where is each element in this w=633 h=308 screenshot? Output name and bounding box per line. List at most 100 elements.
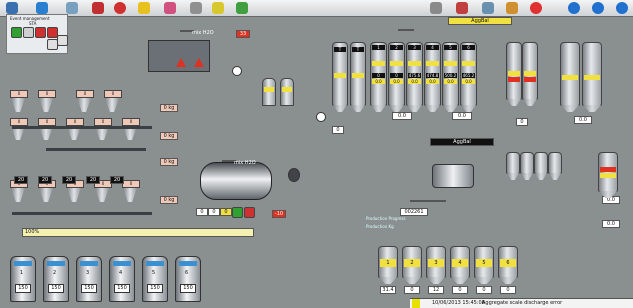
hopper[interactable] — [123, 188, 137, 202]
bin-silo-5[interactable]: 5 — [474, 246, 494, 284]
water-tank-2 — [280, 78, 294, 106]
filter-icon[interactable] — [36, 2, 48, 14]
mid-silo-4[interactable] — [548, 152, 562, 180]
top-silo-num: 6 — [462, 45, 475, 50]
top-silo-a[interactable]: T — [350, 42, 366, 112]
mid-silo-2[interactable] — [520, 152, 534, 180]
warning-icon — [176, 58, 186, 67]
tank-cap — [14, 261, 32, 266]
top-silo-v2: 0.0 — [462, 79, 475, 84]
mid-readout: 20 — [110, 176, 124, 184]
mixer-start-button[interactable] — [232, 207, 243, 218]
right-silo-2[interactable] — [522, 42, 538, 106]
right-silo-3[interactable] — [560, 42, 580, 112]
bin-silo-2[interactable]: 2 — [402, 246, 422, 284]
home-icon[interactable] — [6, 2, 18, 14]
top-silo-level — [408, 61, 421, 66]
mid-value: 0 — [332, 126, 344, 134]
storage-tank-6[interactable]: 6 150 — [175, 256, 201, 302]
truck-icon[interactable] — [190, 2, 202, 14]
hopper[interactable] — [67, 188, 81, 202]
print-icon[interactable] — [482, 2, 494, 14]
folder-icon[interactable] — [212, 2, 224, 14]
right-silo-1[interactable] — [506, 42, 522, 106]
alert-icon[interactable] — [138, 2, 150, 14]
tools-icon[interactable] — [506, 2, 518, 14]
top-silo-1[interactable]: 1 0 0.0 — [370, 42, 387, 112]
top-silo-v1: 0 — [372, 73, 385, 78]
top-silo-2[interactable]: 2 0 0.0 — [388, 42, 405, 112]
top-silo-4[interactable]: 4 474.8 0.0 — [424, 42, 441, 112]
bin-silo-3[interactable]: 3 — [426, 246, 446, 284]
top-silo-v2: 0.0 — [408, 79, 421, 84]
gauge-icon-2[interactable] — [316, 112, 326, 122]
gauge-icon[interactable] — [232, 66, 242, 76]
storage-tank-4[interactable]: 4 150 — [109, 256, 135, 302]
aggr-label-2: AggBal — [430, 138, 494, 146]
info-icon[interactable] — [568, 2, 580, 14]
bin-silo-1[interactable]: 1 — [378, 246, 398, 284]
network-icon[interactable] — [66, 2, 78, 14]
top-silo-v2: 0.0 — [426, 79, 439, 84]
right-silo-4[interactable] — [582, 42, 602, 112]
hopper[interactable] — [39, 188, 53, 202]
hopper[interactable] — [105, 98, 119, 112]
hopper[interactable] — [95, 188, 109, 202]
top-silo-6[interactable]: 6 465.2 0.0 — [460, 42, 477, 112]
wrench-icon[interactable] — [430, 2, 442, 14]
mid-silo-3[interactable] — [534, 152, 548, 180]
hopper-label: 0 — [122, 118, 140, 126]
progress-bar: 100% — [22, 228, 254, 237]
hopper[interactable] — [77, 98, 91, 112]
storage-tank-2[interactable]: 2 150 — [43, 256, 69, 302]
bin-silo-6[interactable]: 6 — [498, 246, 518, 284]
mixer-housing — [148, 40, 210, 72]
mid-silo-1[interactable] — [506, 152, 520, 180]
aggr-label: AggBal — [448, 17, 512, 25]
main-mixer[interactable] — [200, 162, 272, 200]
silo-cone — [379, 277, 397, 284]
storage-tank-1[interactable]: 1 150 — [10, 256, 36, 302]
top-silo-0[interactable]: T — [332, 42, 348, 112]
edit-button[interactable] — [57, 35, 68, 46]
close-icon[interactable] — [616, 2, 628, 14]
config-button[interactable] — [47, 39, 58, 50]
top-silo-5[interactable]: 5 500.2 0.0 — [442, 42, 459, 112]
hopper[interactable] — [11, 98, 25, 112]
tank-value: 150 — [81, 284, 97, 293]
settings-button[interactable] — [23, 27, 34, 38]
tool-icon[interactable] — [92, 2, 104, 14]
conveyor — [12, 212, 152, 215]
help-icon[interactable] — [592, 2, 604, 14]
top-silo-3[interactable]: 3 475.6 0.0 — [406, 42, 423, 112]
mixer-value-2: 0 — [208, 208, 220, 216]
progress-label: 100% — [25, 229, 40, 235]
panel-subtitle: STA — [29, 21, 37, 26]
recipe-icon[interactable] — [164, 2, 176, 14]
hopper-weight: 0 kg — [160, 196, 178, 204]
pause-button[interactable] — [35, 27, 46, 38]
tank-value: 150 — [180, 284, 196, 293]
brush-icon[interactable] — [456, 2, 468, 14]
top-silo-v2: 0.0 — [390, 79, 403, 84]
tank-cap — [80, 261, 98, 266]
tank-number: 4 — [119, 270, 123, 276]
storage-tank-3[interactable]: 3 150 — [76, 256, 102, 302]
mid-readout: 20 — [62, 176, 76, 184]
mixer-top-value: 33 — [236, 30, 250, 38]
stop-icon[interactable] — [114, 2, 126, 14]
storage-tank-5[interactable]: 5 150 — [142, 256, 168, 302]
play-button[interactable] — [11, 27, 22, 38]
bin-number: 2 — [404, 259, 420, 267]
bin-silo-4[interactable]: 4 — [450, 246, 470, 284]
bin-value: 0 — [476, 286, 492, 294]
exit-icon[interactable] — [530, 2, 542, 14]
hopper[interactable] — [11, 188, 25, 202]
report-icon[interactable] — [236, 2, 248, 14]
event-management-panel: Event management STA — [6, 14, 68, 54]
tank-value: 150 — [114, 284, 130, 293]
additive-silo[interactable] — [598, 152, 618, 198]
hopper-weight: 0 kg — [160, 104, 178, 112]
hopper[interactable] — [39, 98, 53, 112]
mixer-stop-button[interactable] — [244, 207, 255, 218]
